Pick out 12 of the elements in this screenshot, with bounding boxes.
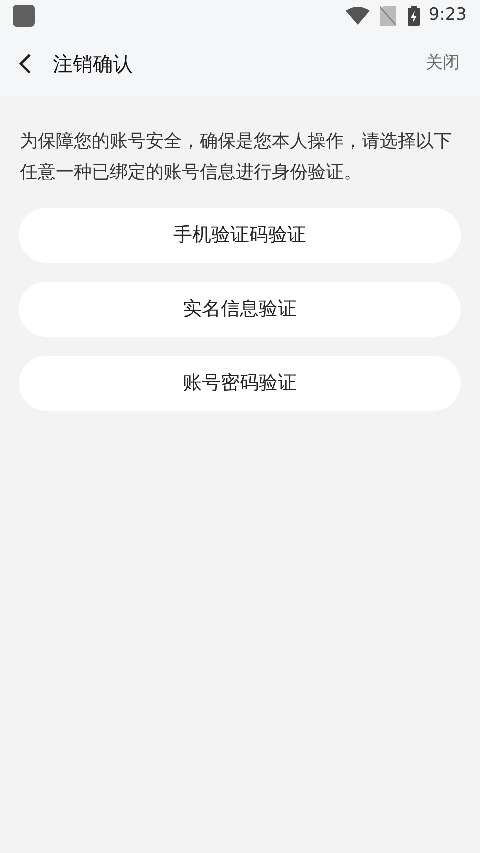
verification-option-button[interactable]: 手机验证码验证: [19, 208, 461, 263]
status-time: 9:23: [428, 4, 467, 28]
verification-option-button[interactable]: 实名信息验证: [19, 282, 461, 337]
app-icon: [13, 5, 35, 27]
chevron-left-icon: [18, 53, 32, 75]
no-sim-icon: [380, 6, 396, 26]
page-title: 注销确认: [53, 51, 133, 78]
verification-option-button[interactable]: 账号密码验证: [19, 356, 461, 411]
close-button[interactable]: 关闭: [426, 51, 460, 77]
wifi-icon: [346, 7, 370, 25]
description-text: 为保障您的账号安全，确保是您本人操作，请选择以下任意一种已绑定的账号信息进行身份验证。: [19, 130, 453, 185]
battery-icon: [408, 6, 420, 26]
